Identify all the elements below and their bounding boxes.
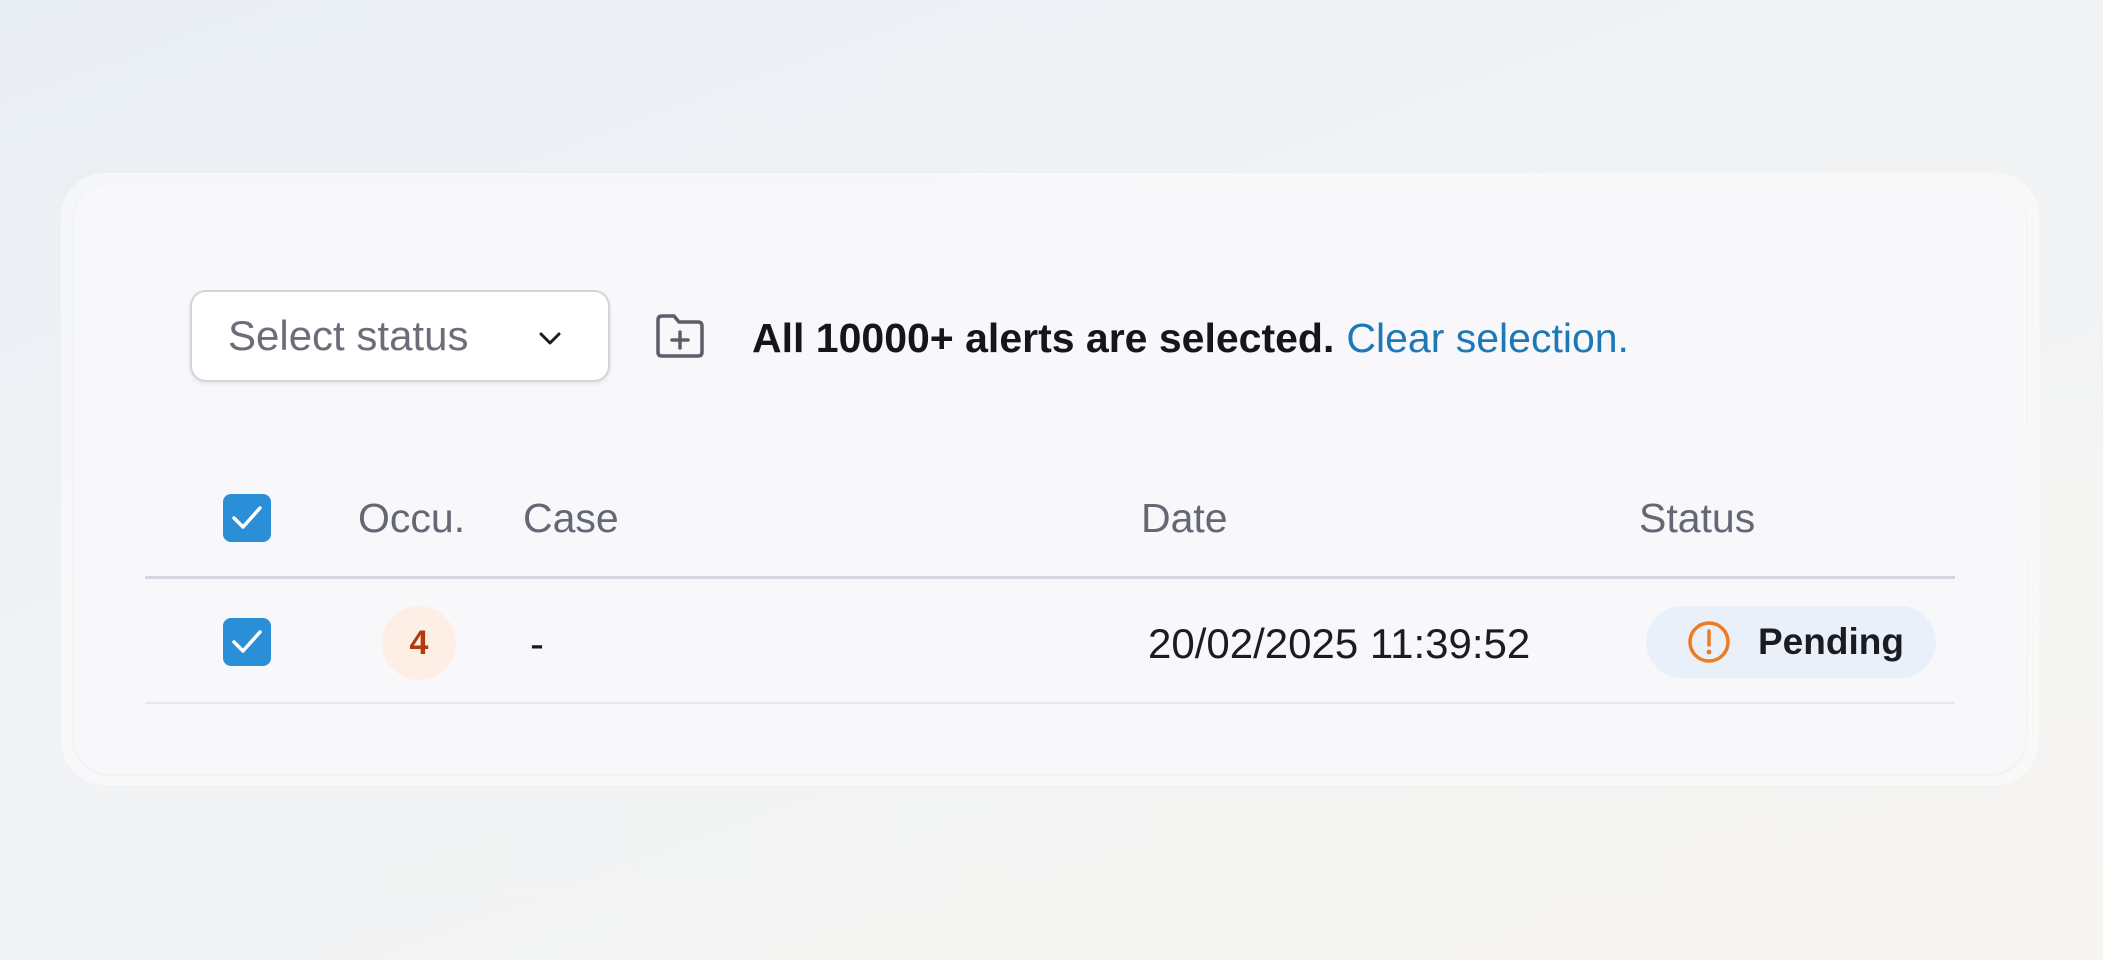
status-label: Pending [1758,621,1904,662]
status-select[interactable]: Select status [190,290,610,382]
status-select-placeholder: Select status [228,312,469,359]
occurrence-count-badge: 4 [382,606,456,680]
column-header-date[interactable]: Date [1141,490,1228,546]
folder-plus-icon[interactable] [652,310,708,362]
selection-message-text: All 10000+ alerts are selected. [752,315,1335,361]
column-header-status[interactable]: Status [1639,490,1755,546]
check-icon [232,506,262,529]
column-header-occurrences[interactable]: Occu. [358,490,465,546]
header-divider [145,576,1955,579]
alerts-panel [74,184,2026,774]
select-all-checkbox[interactable] [223,494,271,542]
selection-message: All 10000+ alerts are selected. Clear sel… [752,310,1629,366]
clear-selection-link[interactable]: Clear selection. [1346,315,1629,361]
column-header-case[interactable]: Case [523,490,619,546]
chevron-down-icon [539,332,561,345]
date-cell: 20/02/2025 11:39:52 [1148,620,1531,667]
check-icon [232,630,262,653]
alert-circle-icon [1688,621,1730,663]
case-cell: - [530,620,544,667]
row-divider [145,702,1955,704]
status-badge: Pending [1646,606,1936,678]
row-checkbox[interactable] [223,618,271,666]
